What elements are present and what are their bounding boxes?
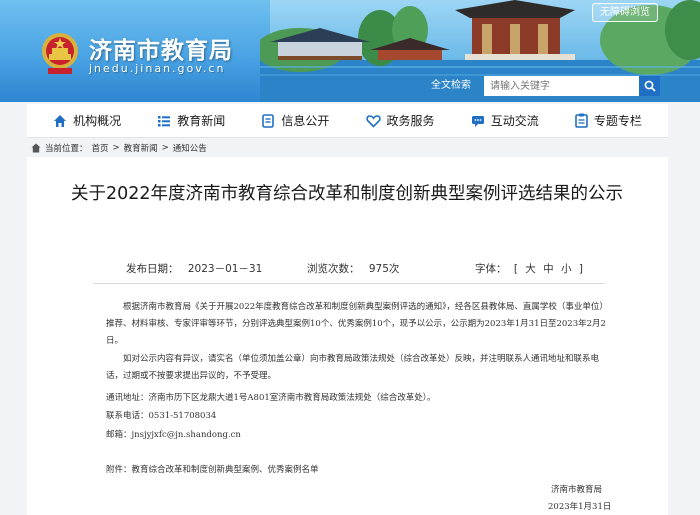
breadcrumb-separator: > (161, 143, 169, 153)
search-input[interactable] (484, 76, 639, 96)
chat-icon (471, 115, 484, 127)
breadcrumb-news[interactable]: 教育新闻 (124, 142, 158, 154)
signature-date: 2023年1月31日 (548, 502, 612, 512)
document-icon (262, 113, 275, 128)
nav-label: 政务服务 (386, 114, 435, 128)
font-size-large[interactable]: 大 (525, 263, 536, 275)
nav-item-disclosure[interactable]: 信息公开 (261, 112, 329, 129)
font-bracket-close: ] (578, 263, 583, 275)
list-icon (158, 115, 171, 126)
view-count-label: 浏览次数： (307, 263, 360, 275)
heart-icon (365, 114, 381, 128)
breadcrumb-separator: > (112, 143, 120, 153)
signature-org: 济南市教育局 (551, 485, 603, 495)
nav-label: 教育新闻 (177, 114, 226, 128)
search-icon (644, 80, 656, 92)
breadcrumb-prefix: 当前位置： (45, 144, 88, 154)
site-domain: jnedu.jinan.gov.cn (89, 62, 226, 75)
location-icon (31, 143, 41, 153)
contact-phone: 联系电话：0531-51708034 (106, 411, 217, 421)
nav-item-topics[interactable]: 专题专栏 (575, 112, 642, 129)
paragraph-intro: 根据济南市教育局《关于开展2022年度教育综合改革和制度创新典型案例评选的通知》… (106, 302, 608, 346)
font-size-label: 字体： (475, 263, 507, 275)
search-label: 全文检索 (431, 80, 471, 91)
emblem-logo (42, 33, 78, 74)
publish-date-label: 发布日期： (126, 263, 179, 275)
breadcrumb: 当前位置： 首页 > 教育新闻 > 通知公告 (27, 140, 668, 156)
contact-email: 邮箱：jnsjyjxfc@jn.shandong.cn (106, 430, 241, 440)
contact-address: 通讯地址：济南市历下区龙鼎大道1号A801室济南市教育局政策法规处（综合改革处）… (106, 393, 436, 403)
font-size-small[interactable]: 小 (561, 263, 572, 275)
view-count: 浏览次数： 975次 (307, 261, 399, 276)
article-title: 关于2022年度济南市教育综合改革和制度创新典型案例评选结果的公示 (70, 184, 624, 204)
breadcrumb-notices[interactable]: 通知公告 (173, 142, 207, 154)
header-banner: 济南市教育局 jnedu.jinan.gov.cn 无障碍浏览 全文检索 (0, 0, 700, 102)
publish-date-value: 2023－01－31 (187, 263, 263, 275)
nav-label: 机构概况 (73, 114, 122, 128)
clipboard-icon (575, 113, 588, 128)
paragraph-objection: 如对公示内容有异议，请实名（单位须加盖公章）向市教育局政策法规处（综合改革处）反… (106, 354, 600, 381)
accessibility-button[interactable]: 无障碍浏览 (592, 3, 658, 22)
nav-label: 信息公开 (281, 114, 330, 128)
main-nav: 机构概况 教育新闻 信息公开 政务服务 互动交流 专题专栏 (27, 104, 668, 138)
divider (93, 283, 604, 284)
view-count-value: 975次 (368, 263, 400, 275)
nav-item-services[interactable]: 政务服务 (365, 112, 435, 129)
font-size-switcher: 字体： [ 大 中 小 ] (475, 261, 583, 276)
home-icon (54, 114, 67, 127)
nav-item-news[interactable]: 教育新闻 (157, 112, 225, 129)
search-button[interactable] (639, 76, 660, 96)
font-size-medium[interactable]: 中 (543, 263, 554, 275)
attachment-link[interactable]: 附件：教育综合改革和制度创新典型案例、优秀案例名单 (106, 463, 319, 475)
article-panel: 关于2022年度济南市教育综合改革和制度创新典型案例评选结果的公示 发布日期： … (27, 157, 668, 515)
search-bar: 全文检索 (418, 76, 660, 96)
breadcrumb-home[interactable]: 首页 (92, 142, 109, 154)
nav-item-interaction[interactable]: 互动交流 (471, 112, 539, 129)
publish-date: 发布日期： 2023－01－31 (126, 261, 262, 276)
nav-item-about[interactable]: 机构概况 (53, 112, 121, 129)
nav-label: 互动交流 (490, 114, 539, 128)
font-bracket-open: [ (513, 263, 518, 275)
nav-label: 专题专栏 (593, 114, 642, 128)
site-title[interactable]: 济南市教育局 (89, 31, 233, 65)
